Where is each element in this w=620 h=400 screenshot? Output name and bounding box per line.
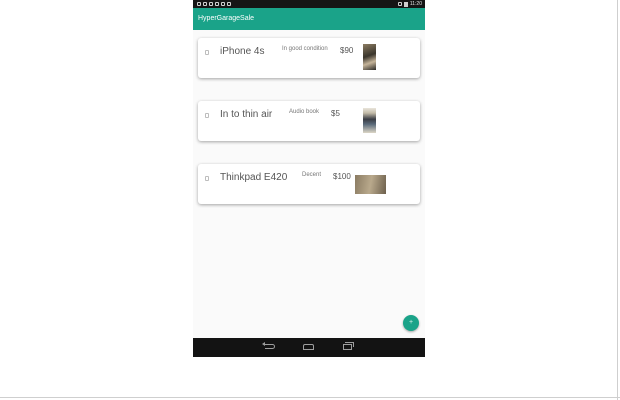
item-price: $90 — [340, 46, 354, 55]
item-icon — [205, 113, 209, 118]
item-thumbnail[interactable] — [355, 175, 386, 194]
system-status: 11:20 — [397, 0, 422, 8]
window-border-bottom — [0, 397, 620, 398]
app-title: HyperGarageSale — [198, 15, 255, 22]
item-price: $5 — [331, 109, 340, 118]
item-price: $100 — [333, 172, 351, 181]
navigation-bar — [193, 338, 425, 357]
item-thumbnail[interactable] — [363, 44, 376, 70]
list-item[interactable]: Thinkpad E420 Decent $100 — [198, 164, 420, 204]
item-condition: In good condition — [282, 46, 328, 52]
window-border-right — [617, 0, 618, 400]
app-toolbar: HyperGarageSale — [193, 8, 425, 30]
status-bar: 11:20 — [193, 0, 425, 8]
battery-icon — [403, 1, 408, 7]
item-name: iPhone 4s — [220, 46, 265, 57]
add-item-button[interactable]: + — [403, 315, 419, 331]
notification-icon — [227, 2, 231, 6]
notification-icon — [209, 2, 213, 6]
home-icon[interactable] — [303, 344, 314, 350]
notification-icons — [197, 0, 231, 8]
list-item[interactable]: In to thin air Audio book $5 — [198, 101, 420, 141]
status-time: 11:20 — [409, 1, 422, 7]
notification-icon — [215, 2, 219, 6]
recents-icon[interactable] — [343, 342, 354, 350]
notification-icon — [197, 2, 201, 6]
add-icon: + — [408, 319, 414, 326]
android-device-screen: 11:20 HyperGarageSale iPhone 4s In good … — [193, 0, 425, 357]
item-condition: Decent — [302, 172, 322, 178]
item-icon — [205, 50, 209, 55]
notification-icon — [221, 2, 225, 6]
item-name: In to thin air — [220, 109, 273, 120]
list-item[interactable]: iPhone 4s In good condition $90 — [198, 38, 420, 78]
item-name: Thinkpad E420 — [220, 172, 288, 183]
back-icon[interactable] — [262, 342, 275, 349]
wifi-icon — [397, 2, 402, 6]
notification-icon — [203, 2, 207, 6]
item-thumbnail[interactable] — [363, 108, 376, 133]
item-condition: Audio book — [289, 109, 320, 115]
item-icon — [205, 176, 209, 181]
